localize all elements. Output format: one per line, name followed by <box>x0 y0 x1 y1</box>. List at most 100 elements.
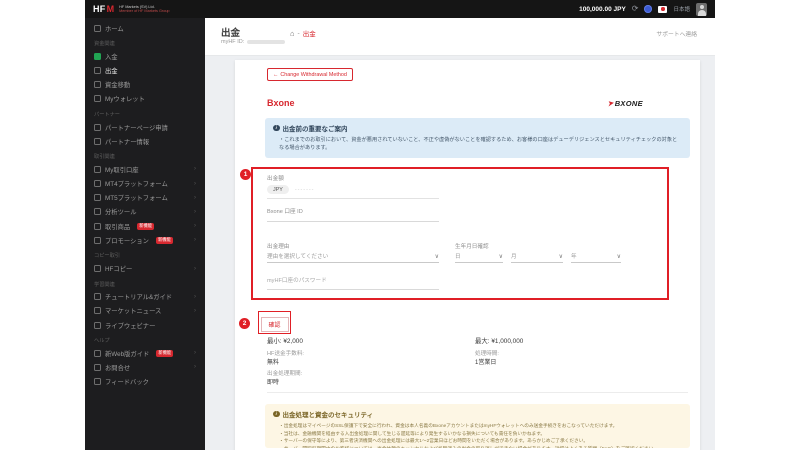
time-label: 処理時間: <box>475 349 499 357</box>
sidebar-item-label: 新Web版ガイド <box>105 349 149 358</box>
security-bullet: ・サーバーの保守等により、第三者決済機関への出金処理には最大1〜2営業日ほどお時… <box>279 437 682 445</box>
sidebar-item-mt5[interactable]: MT5プラットフォーム› <box>85 191 205 205</box>
sidebar-section-trading: 取引関連 <box>85 148 205 162</box>
sidebar-item-promotions[interactable]: プロモーション新機能› <box>85 233 205 247</box>
sidebar-item-label: ホーム <box>105 24 124 33</box>
feedback-icon <box>94 378 101 385</box>
sidebar-item-label: マーケットニュース <box>105 306 161 315</box>
platform-icon <box>94 180 101 187</box>
change-withdrawal-method-button[interactable]: ← Change Withdrawal Method <box>267 68 353 81</box>
chevron-right-icon: › <box>194 308 196 314</box>
home-icon[interactable]: ⌂ <box>290 29 295 38</box>
breadcrumb: ⌂ - 出金 <box>290 28 316 38</box>
topbar: HFM HF Markets (SV) Ltd. Member of HF Ma… <box>85 0 715 18</box>
globe-icon[interactable] <box>644 5 652 13</box>
sidebar-item-products[interactable]: 取引商品新機能› <box>85 219 205 233</box>
security-bullet: ・当社は、金融機関を経由する入出金処理に関して生じる遅延等により発生するいかなる… <box>279 430 682 438</box>
support-link[interactable]: サポートへ連絡 <box>656 29 697 38</box>
amount-placeholder: ------- <box>295 187 315 193</box>
sidebar-item-mt4[interactable]: MT4プラットフォーム› <box>85 177 205 191</box>
sidebar-item-label: MT4プラットフォーム <box>105 179 168 188</box>
sidebar-item-analysis-tools[interactable]: 分析ツール› <box>85 205 205 219</box>
sidebar-item-transfer[interactable]: 資金移動 <box>85 78 205 92</box>
sidebar-section-copy: コピー取引 <box>85 247 205 261</box>
dob-year-select[interactable]: 年 ∨ <box>571 250 621 263</box>
chevron-right-icon: › <box>194 166 196 172</box>
bxone-account-input[interactable] <box>267 210 439 222</box>
book-icon <box>94 293 101 300</box>
change-method-label: Change Withdrawal Method <box>280 72 347 78</box>
dob-month-select[interactable]: 月 ∨ <box>511 250 563 263</box>
content-area: ← Change Withdrawal Method Bxone ➤ BXONE… <box>205 56 715 450</box>
japan-flag-icon[interactable] <box>658 6 667 13</box>
guide-icon <box>94 350 101 357</box>
sidebar-item-contact[interactable]: お問合せ› <box>85 360 205 374</box>
sidebar-item-partner-info[interactable]: パートナー情報 <box>85 134 205 148</box>
sidebar-item-label: パートナー情報 <box>105 137 149 146</box>
chevron-right-icon: › <box>194 364 196 370</box>
bxone-arrow-icon: ➤ <box>606 98 614 108</box>
promo-icon <box>94 237 101 244</box>
withdrawal-card: ← Change Withdrawal Method Bxone ➤ BXONE… <box>235 60 700 450</box>
chevron-down-icon: ∨ <box>559 253 563 260</box>
sidebar-item-partner-apply[interactable]: パートナーページ申請 <box>85 120 205 134</box>
dob-day-select[interactable]: 日 ∨ <box>455 250 503 263</box>
logo-line2: Member of HF Markets Group <box>119 9 169 14</box>
sidebar-item-label: Myウォレット <box>105 94 145 103</box>
info-icon: i <box>273 125 280 132</box>
bxone-logo: ➤ BXONE <box>607 99 643 108</box>
refresh-icon[interactable]: ⟳ <box>632 5 639 13</box>
important-notice-box: i 出金前の重要なご案内 ・これまでのお取引において、資金が悪用されていないこと… <box>265 118 690 158</box>
myhf-id-label: myHF ID: <box>221 39 244 45</box>
bxone-logo-text: BXONE <box>615 99 643 108</box>
sidebar-item-webinar[interactable]: ライブウェビナー <box>85 318 205 332</box>
sidebar-item-web-guide[interactable]: 新Web版ガイド新機能› <box>85 346 205 360</box>
time-value: 1営業日 <box>475 357 496 366</box>
amount-input[interactable]: JPY ------- <box>267 185 439 199</box>
transfer-icon <box>94 81 101 88</box>
sidebar-item-accounts[interactable]: My取引口座› <box>85 162 205 176</box>
partner-icon <box>94 124 101 131</box>
sidebar-item-label: 資金移動 <box>105 80 130 89</box>
platform-icon <box>94 194 101 201</box>
sidebar-item-label: チュートリアル&ガイド <box>105 292 172 301</box>
sidebar-item-deposit[interactable]: 入金 <box>85 49 205 63</box>
sidebar-section-help: ヘルプ <box>85 332 205 346</box>
sidebar-item-label: 取引商品 <box>105 222 130 231</box>
sidebar-item-label: パートナーページ申請 <box>105 123 168 132</box>
sidebar-item-label: 入金 <box>105 52 118 61</box>
security-notice-title: 出金処理と資金のセキュリティ <box>283 409 374 419</box>
hfm-logo[interactable]: HFM HF Markets (SV) Ltd. Member of HF Ma… <box>93 4 170 14</box>
sidebar-item-hfcopy[interactable]: HFコピー› <box>85 261 205 275</box>
divider <box>267 392 688 393</box>
password-input[interactable] <box>267 278 439 290</box>
sidebar-item-market-news[interactable]: マーケットニュース › <box>85 304 205 318</box>
wallet-icon <box>94 95 101 102</box>
sidebar-item-mywallet[interactable]: Myウォレット <box>85 92 205 106</box>
reason-placeholder: 理由を選択してください <box>267 252 328 260</box>
sidebar-item-home[interactable]: ホーム <box>85 21 205 35</box>
sidebar-item-feedback[interactable]: フィードバック <box>85 375 205 389</box>
sidebar-item-label: 出金 <box>105 66 118 75</box>
notice-text: ・これまでのお取引において、資金が悪用されていないこと、不正や虚偽がないことを確… <box>273 136 682 152</box>
dob-day-placeholder: 日 <box>455 252 461 260</box>
chevron-right-icon: › <box>194 237 196 243</box>
logo-subtext: HF Markets (SV) Ltd. Member of HF Market… <box>119 5 169 14</box>
sidebar-item-tutorials[interactable]: チュートリアル&ガイド › <box>85 290 205 304</box>
currency-chip[interactable]: JPY <box>267 185 289 194</box>
user-avatar[interactable] <box>696 3 707 16</box>
logo-text-hf: HF <box>93 4 106 14</box>
products-icon <box>94 223 101 230</box>
language-label[interactable]: 日本語 <box>673 5 690 13</box>
chevron-right-icon: › <box>194 294 196 300</box>
accounts-icon <box>94 166 101 173</box>
sidebar-item-label: プロモーション <box>105 236 149 245</box>
sidebar-item-label: HFコピー <box>105 264 132 273</box>
reason-select[interactable]: 理由を選択してください ∨ <box>267 250 439 263</box>
sidebar-section-funds: 資金関連 <box>85 35 205 49</box>
confirm-button[interactable]: 確認 <box>261 317 289 332</box>
step-2-badge: 2 <box>239 318 250 329</box>
sidebar-item-withdrawal[interactable]: 出金 <box>85 63 205 77</box>
masked-id-value <box>247 40 285 44</box>
dob-year-placeholder: 年 <box>571 252 577 260</box>
